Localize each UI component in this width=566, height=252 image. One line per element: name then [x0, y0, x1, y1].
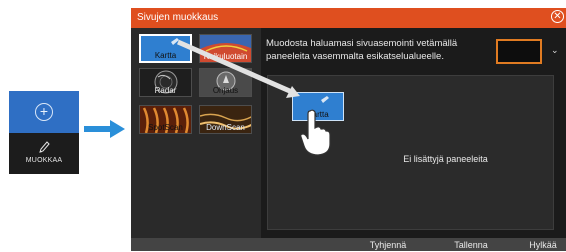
- drag-arrow-overlay: [176, 39, 300, 98]
- hand-pointer-icon: [300, 109, 331, 156]
